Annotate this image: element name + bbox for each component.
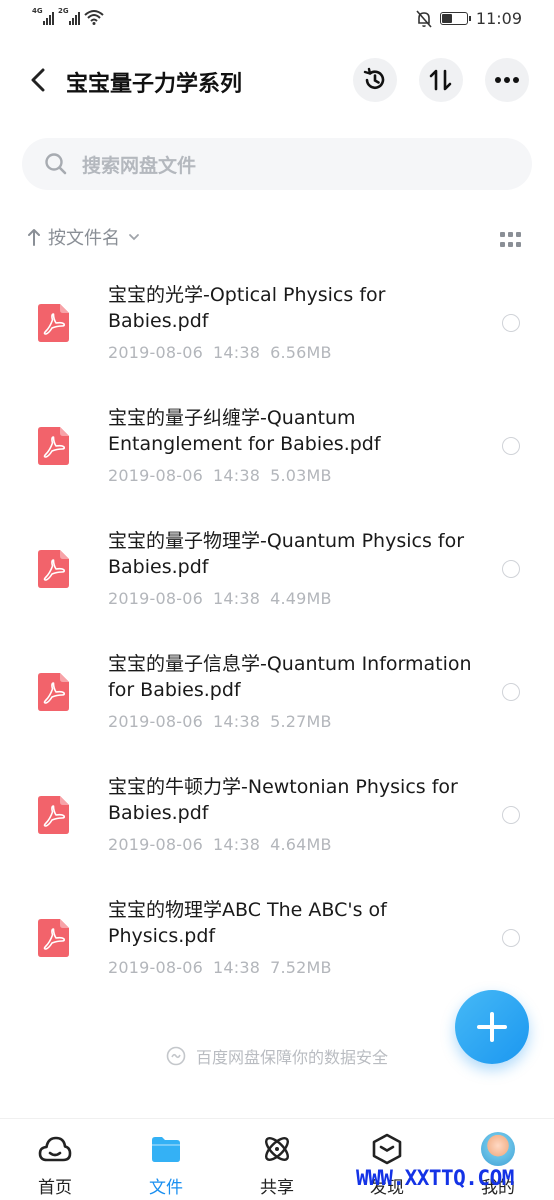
file-name: 宝宝的量子纠缠学-Quantum Entanglement for Babies… xyxy=(108,407,381,455)
file-date: 2019-08-06 xyxy=(108,712,203,731)
network-type-label: 4G xyxy=(32,7,43,15)
file-time: 14:38 xyxy=(212,835,261,854)
network-type-label: 2G xyxy=(58,7,69,15)
watermark: WWW.XXTTQ.COM xyxy=(356,1166,514,1190)
select-checkbox[interactable] xyxy=(502,314,520,332)
safety-note-text: 百度网盘保障你的数据安全 xyxy=(195,1048,388,1067)
pdf-file-icon xyxy=(38,550,69,588)
file-name: 宝宝的物理学ABC The ABC's of Physics.pdf xyxy=(108,899,387,947)
pdf-file-icon xyxy=(38,919,69,957)
select-checkbox[interactable] xyxy=(502,437,520,455)
chevron-down-icon xyxy=(129,234,139,241)
more-icon xyxy=(495,77,519,83)
file-meta: 2019-08-06 14:38 4.49MB xyxy=(108,589,342,608)
nav-home[interactable]: 首页 xyxy=(15,1133,95,1198)
search-input[interactable]: 搜索网盘文件 xyxy=(22,138,532,190)
file-row[interactable]: 宝宝的量子纠缠学-Quantum Entanglement for Babies… xyxy=(0,391,554,514)
sort-bar: 按文件名 xyxy=(28,224,526,256)
history-button[interactable] xyxy=(353,58,397,102)
status-bar: 4G 2G 11:09 xyxy=(0,0,554,38)
transfer-icon xyxy=(429,69,452,91)
back-button[interactable] xyxy=(20,60,56,100)
file-meta: 2019-08-06 14:38 4.64MB xyxy=(108,835,342,854)
transfer-button[interactable] xyxy=(419,58,463,102)
cube-icon xyxy=(372,1133,402,1165)
folder-icon xyxy=(152,1137,180,1162)
file-row[interactable]: 宝宝的物理学ABC The ABC's of Physics.pdf 2019-… xyxy=(0,883,554,1006)
plus-icon xyxy=(477,1012,507,1042)
file-name: 宝宝的牛顿力学-Newtonian Physics for Babies.pdf xyxy=(108,776,458,824)
file-meta: 2019-08-06 14:38 5.03MB xyxy=(108,466,342,485)
pdf-file-icon xyxy=(38,304,69,342)
file-date: 2019-08-06 xyxy=(108,958,203,977)
nav-label: 首页 xyxy=(38,1178,72,1198)
avatar xyxy=(481,1132,515,1166)
more-button[interactable] xyxy=(485,58,529,102)
file-row[interactable]: 宝宝的量子物理学-Quantum Physics for Babies.pdf … xyxy=(0,514,554,637)
file-date: 2019-08-06 xyxy=(108,343,203,362)
cellular-signal-icon: 2G xyxy=(58,7,80,25)
file-time: 14:38 xyxy=(212,958,261,977)
file-size: 4.49MB xyxy=(270,589,332,608)
wifi-icon xyxy=(84,10,104,25)
page-title: 宝宝量子力学系列 xyxy=(66,72,243,97)
select-checkbox[interactable] xyxy=(502,560,520,578)
file-name: 宝宝的量子物理学-Quantum Physics for Babies.pdf xyxy=(108,530,465,578)
sort-by-name-button[interactable]: 按文件名 xyxy=(28,224,140,250)
nav-share[interactable]: 共享 xyxy=(237,1133,317,1198)
header: 宝宝量子力学系列 xyxy=(0,52,554,108)
file-size: 6.56MB xyxy=(270,343,332,362)
pdf-file-icon xyxy=(38,673,69,711)
file-size: 5.03MB xyxy=(270,466,332,485)
select-checkbox[interactable] xyxy=(502,806,520,824)
file-size: 7.52MB xyxy=(270,958,332,977)
mute-bell-icon xyxy=(416,9,432,28)
search-icon xyxy=(42,150,70,178)
file-date: 2019-08-06 xyxy=(108,589,203,608)
grid-view-toggle[interactable] xyxy=(500,232,522,248)
sort-label: 按文件名 xyxy=(48,228,120,249)
file-time: 14:38 xyxy=(212,712,261,731)
file-time: 14:38 xyxy=(212,466,261,485)
file-name: 宝宝的光学-Optical Physics for Babies.pdf xyxy=(108,284,386,332)
file-time: 14:38 xyxy=(212,589,261,608)
share-atom-icon xyxy=(265,1137,289,1161)
file-meta: 2019-08-06 14:38 7.52MB xyxy=(108,958,342,977)
battery-icon xyxy=(439,12,471,25)
select-checkbox[interactable] xyxy=(502,683,520,701)
nav-files[interactable]: 文件 xyxy=(126,1133,206,1198)
cellular-signal-icon: 4G xyxy=(32,7,54,25)
file-time: 14:38 xyxy=(212,343,261,362)
file-list: 宝宝的光学-Optical Physics for Babies.pdf 201… xyxy=(0,268,554,1006)
file-date: 2019-08-06 xyxy=(108,466,203,485)
file-name: 宝宝的量子信息学-Quantum Information for Babies.… xyxy=(108,653,472,701)
safety-note: 百度网盘保障你的数据安全 xyxy=(0,1044,554,1068)
file-meta: 2019-08-06 14:38 6.56MB xyxy=(108,343,342,362)
cloud-home-icon xyxy=(38,1136,72,1162)
status-time: 11:09 xyxy=(475,9,522,28)
search-placeholder: 搜索网盘文件 xyxy=(82,154,197,177)
history-icon xyxy=(363,67,385,89)
file-row[interactable]: 宝宝的光学-Optical Physics for Babies.pdf 201… xyxy=(0,268,554,391)
select-checkbox[interactable] xyxy=(502,929,520,947)
back-arrow-icon xyxy=(31,68,45,92)
shield-icon xyxy=(166,1046,186,1066)
sort-arrow-up-icon xyxy=(28,229,40,246)
nav-label: 文件 xyxy=(149,1178,183,1198)
file-size: 4.64MB xyxy=(270,835,332,854)
nav-label: 共享 xyxy=(260,1178,294,1198)
file-row[interactable]: 宝宝的量子信息学-Quantum Information for Babies.… xyxy=(0,637,554,760)
pdf-file-icon xyxy=(38,796,69,834)
file-meta: 2019-08-06 14:38 5.27MB xyxy=(108,712,342,731)
file-size: 5.27MB xyxy=(270,712,332,731)
file-date: 2019-08-06 xyxy=(108,835,203,854)
file-row[interactable]: 宝宝的牛顿力学-Newtonian Physics for Babies.pdf… xyxy=(0,760,554,883)
pdf-file-icon xyxy=(38,427,69,465)
